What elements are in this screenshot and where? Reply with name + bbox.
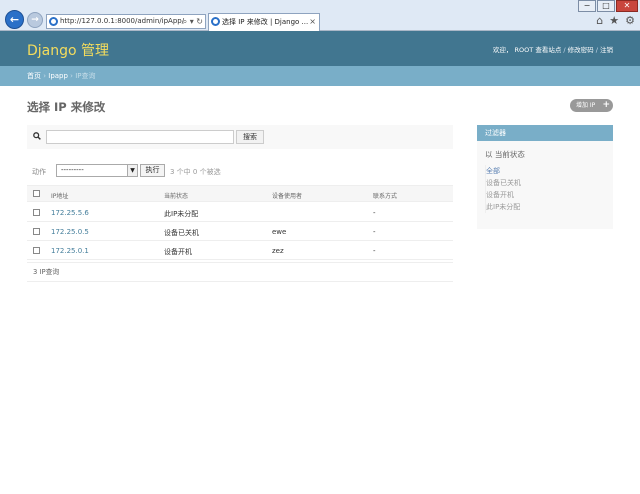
search-toolbar: 搜索 xyxy=(27,125,453,149)
column-header-ip[interactable]: IP地址 xyxy=(51,191,68,200)
address-url: http://127.0.0.1:8000/admin/ipApp/ xyxy=(60,17,185,25)
user-tools: 欢迎， ROOT 查看站点 / 修改密码 / 注销 xyxy=(492,46,613,54)
table-row: 172.25.0.5 设备已关机 ewe - xyxy=(27,222,453,241)
tab-close-icon[interactable]: × xyxy=(309,14,316,30)
action-select[interactable]: --------- ▼ xyxy=(56,164,138,177)
column-header-status[interactable]: 当前状态 xyxy=(164,191,188,200)
filter-item-off[interactable]: 设备已关机 xyxy=(486,177,521,189)
row-checkbox[interactable] xyxy=(33,228,40,235)
filter-item-all[interactable]: 全部 xyxy=(486,165,521,177)
filter-panel: 过滤器 以 当前状态 全部 设备已关机 设备开机 此IP未分配 xyxy=(477,125,613,229)
logout-link[interactable]: 注销 xyxy=(600,46,613,54)
view-site-link[interactable]: 查看站点 xyxy=(535,46,561,54)
filter-title: 过滤器 xyxy=(477,125,613,141)
minimize-button[interactable]: − xyxy=(578,0,596,12)
select-all-checkbox[interactable] xyxy=(33,190,40,197)
row-user: zez xyxy=(272,247,284,255)
filter-item-unassigned[interactable]: 此IP未分配 xyxy=(486,201,521,213)
browser-toolbar-icons: ⌂ ★ ⚙ xyxy=(596,14,635,27)
tab-title: 选择 IP 来修改 | Django ... xyxy=(222,18,309,26)
row-ip-link[interactable]: 172.25.0.1 xyxy=(51,247,89,255)
actions-bar: 动作 --------- ▼ 执行 3 个中 0 个被选 xyxy=(27,163,453,179)
breadcrumb-current: IP查询 xyxy=(75,72,96,80)
address-bar[interactable]: http://127.0.0.1:8000/admin/ipApp/ ⌕ ▾ ↻ xyxy=(46,14,206,29)
add-ip-label: 增加 IP xyxy=(576,102,596,109)
page-title: 选择 IP 来修改 xyxy=(27,100,106,114)
breadcrumb-app[interactable]: Ipapp xyxy=(48,72,68,80)
row-checkbox[interactable] xyxy=(33,209,40,216)
search-icon xyxy=(33,132,41,140)
row-status: 设备已关机 xyxy=(164,229,199,237)
ie-page-icon xyxy=(49,17,58,26)
row-ip-link[interactable]: 172.25.5.6 xyxy=(51,209,89,217)
add-ip-button[interactable]: 增加 IP + xyxy=(570,99,613,112)
filter-subtitle: 以 当前状态 xyxy=(485,150,525,159)
window-close-button[interactable]: ✕ xyxy=(616,0,638,12)
window-controls: − □ ✕ xyxy=(578,0,638,13)
filter-list: 全部 设备已关机 设备开机 此IP未分配 xyxy=(485,165,521,213)
favorites-star-icon[interactable]: ★ xyxy=(609,14,619,27)
breadcrumb-home[interactable]: 首页 xyxy=(27,72,41,80)
username: ROOT xyxy=(514,46,534,54)
row-contact: - xyxy=(373,209,376,217)
actions-label: 动作 xyxy=(32,168,46,176)
breadcrumb: 首页 › Ipapp › IP查询 xyxy=(0,66,640,86)
row-checkbox[interactable] xyxy=(33,247,40,254)
selection-counter: 3 个中 0 个被选 xyxy=(170,168,221,176)
row-contact: - xyxy=(373,228,376,236)
column-header-user[interactable]: 设备使用者 xyxy=(272,191,302,200)
search-button[interactable]: 搜索 xyxy=(236,130,264,144)
row-ip-link[interactable]: 172.25.0.5 xyxy=(51,228,89,236)
table-header: IP地址 当前状态 设备使用者 联系方式 xyxy=(27,185,453,202)
admin-header: Django 管理 欢迎， ROOT 查看站点 / 修改密码 / 注销 xyxy=(0,31,640,66)
forward-arrow-icon[interactable]: → xyxy=(27,12,43,28)
welcome-text: 欢迎， xyxy=(492,46,513,54)
filter-item-on[interactable]: 设备开机 xyxy=(486,189,521,201)
home-icon[interactable]: ⌂ xyxy=(596,14,603,27)
browser-tab[interactable]: 选择 IP 来修改 | Django ... × xyxy=(208,13,320,31)
run-action-button[interactable]: 执行 xyxy=(140,164,165,177)
action-select-value: --------- xyxy=(61,166,84,174)
table-row: 172.25.0.1 设备开机 zez - xyxy=(27,241,453,260)
change-password-link[interactable]: 修改密码 xyxy=(568,46,594,54)
row-status: 设备开机 xyxy=(164,248,192,256)
chevron-down-icon: ▼ xyxy=(127,165,137,176)
paginator: 3 IP查询 xyxy=(27,262,453,282)
back-arrow-icon[interactable]: ← xyxy=(5,10,24,29)
browser-chrome: − □ ✕ ← → http://127.0.0.1:8000/admin/ip… xyxy=(0,0,640,31)
site-branding[interactable]: Django 管理 xyxy=(27,40,109,60)
column-header-contact[interactable]: 联系方式 xyxy=(373,191,397,200)
row-user: ewe xyxy=(272,228,287,236)
search-input[interactable] xyxy=(46,130,234,144)
tab-ie-icon xyxy=(211,17,220,26)
row-contact: - xyxy=(373,247,376,255)
settings-gear-icon[interactable]: ⚙ xyxy=(625,14,635,27)
plus-icon: + xyxy=(602,100,610,110)
maximize-button[interactable]: □ xyxy=(597,0,615,12)
address-tools-icon[interactable]: ⌕ ▾ ↻ xyxy=(183,15,203,28)
row-status: 此IP未分配 xyxy=(164,210,199,218)
table-row: 172.25.5.6 此IP未分配 - xyxy=(27,203,453,222)
